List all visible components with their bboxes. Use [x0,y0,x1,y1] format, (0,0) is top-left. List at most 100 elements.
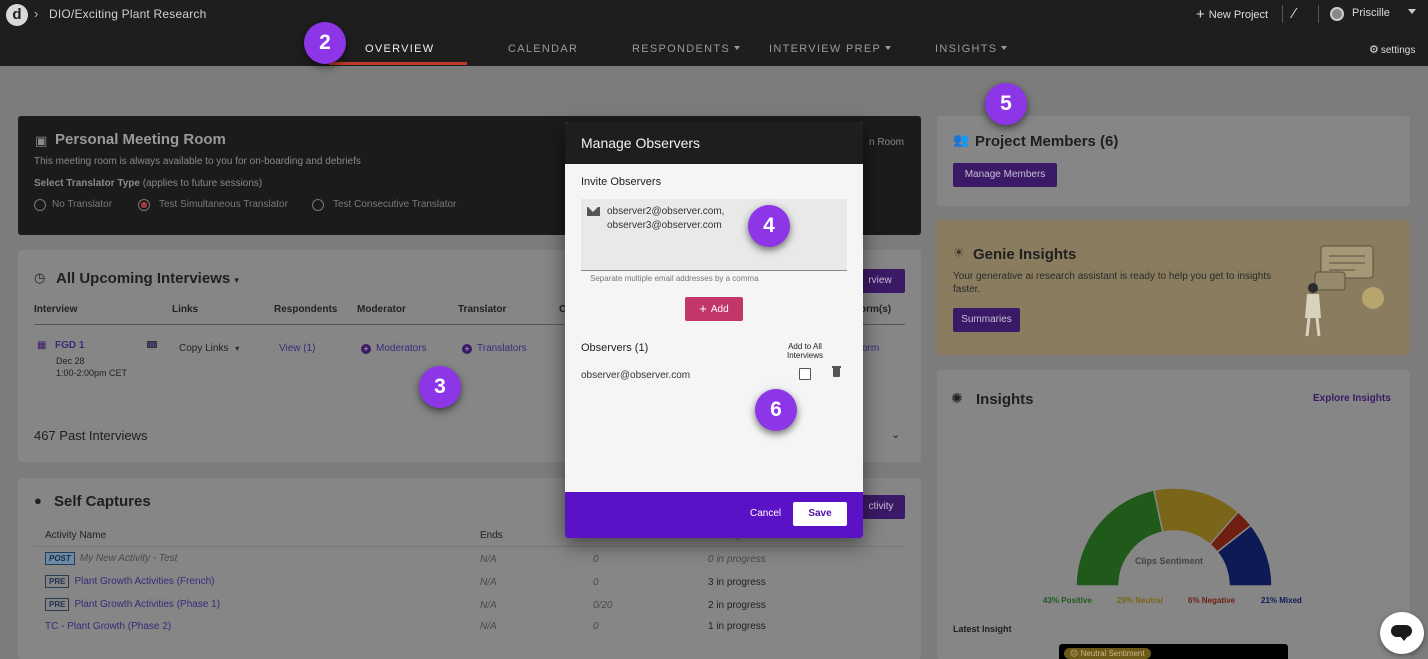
top-bar: d › DIO/Exciting Plant Research + New Pro… [0,0,1428,66]
divider [1318,5,1319,23]
column-header: Interview [34,304,78,315]
monitor-icon: ▣ [35,133,48,148]
app-logo[interactable]: d [6,4,28,26]
join-room-link[interactable]: n Room [869,137,904,148]
upcoming-interviews-title[interactable]: All Upcoming Interviews ▾ [56,270,239,287]
manage-members-button[interactable]: Manage Members [953,163,1057,187]
caret-down-icon [734,46,741,50]
copy-links-dropdown[interactable]: Copy Links ▾ [179,343,239,354]
plus-circle-icon: + [361,344,371,354]
flag-icon [147,341,157,348]
ends-cell: N/A [480,621,497,632]
avatar[interactable] [1330,7,1344,21]
step-badge-3: 3 [419,366,461,408]
tab-calendar[interactable]: CALENDAR [508,43,578,55]
add-observer-button[interactable]: + Add [685,297,743,321]
save-button[interactable]: Save [793,502,847,526]
chat-widget-button[interactable] [1380,612,1424,654]
progress-cell: 0 in progress [708,554,766,565]
chevron-right-icon: › [34,6,39,21]
invite-observers-label: Invite Observers [581,176,662,188]
magic-wand-icon[interactable]: ⁄ [1293,5,1296,22]
column-header: Links [172,304,199,315]
chat-icon: ● [34,493,42,508]
project-members-title: Project Members (6) [975,133,1119,150]
tab-insights[interactable]: INSIGHTS [935,43,1008,55]
modal-title: Manage Observers [565,122,863,164]
project-members-card: 👥 Project Members (6) Manage Members [937,116,1410,206]
table-row[interactable]: PRE Plant Growth Activities (French) [45,575,215,588]
form-link[interactable]: orm [862,343,879,354]
breadcrumb[interactable]: DIO/Exciting Plant Research [49,7,206,21]
column-header: Respondents [274,304,338,315]
cancel-button[interactable]: Cancel [750,508,781,519]
envelope-icon [587,207,600,216]
trash-icon[interactable] [832,366,841,377]
step-badge-2: 2 [304,22,346,64]
new-project-button[interactable]: + New Project [1196,6,1268,23]
genie-illustration [1305,245,1384,337]
explore-insights-link[interactable]: Explore Insights [1313,393,1391,404]
view-respondents-link[interactable]: View (1) [279,343,316,354]
legend-negative: 6% Negative [1188,596,1236,605]
insights-title: Insights [976,391,1034,408]
chevron-down-icon[interactable]: ⌄ [891,428,900,441]
ends-cell: N/A [480,600,497,611]
radio-simultaneous-translator[interactable] [138,199,150,211]
tab-respondents[interactable]: RESPONDENTS [632,43,741,55]
summaries-button[interactable]: Summaries [953,308,1020,332]
sentiment-gauge [1075,487,1273,587]
email-hint: Separate multiple email addresses by a c… [590,274,759,283]
radio-label: No Translator [52,199,113,210]
add-moderators-button[interactable]: + Moderators [361,343,427,354]
progress-cell: 3 in progress [708,577,766,588]
add-to-all-interviews-header: Add to All Interviews [786,342,823,360]
column-header: Activity Name [45,530,107,541]
status-badge: ☹ Neutral Sentiment [1064,648,1151,659]
done-cell: 0 [593,554,599,565]
done-cell: 0/20 [593,600,613,611]
manage-observers-modal: Manage Observers Invite Observers observ… [565,122,863,538]
lightbulb-icon: ✺ [951,390,963,406]
table-row[interactable]: TC - Plant Growth (Phase 2) [45,621,171,632]
observer-email: observer@observer.com [581,370,691,381]
add-to-all-checkbox[interactable] [799,368,811,380]
settings-button[interactable]: ⚙ settings [1369,43,1415,56]
column-header: Translator [458,304,507,315]
progress-cell: 1 in progress [708,621,766,632]
legend-mixed: 21% Mixed [1261,596,1302,605]
status-badge: PRE [45,598,70,611]
new-activity-button[interactable]: ctivity [857,495,905,519]
genie-insights-card: ☀ Genie Insights Your generative ai rese… [937,220,1410,355]
column-header: Ends [480,530,503,541]
caret-down-icon: ▾ [234,275,239,285]
tab-overview[interactable]: OVERVIEW [365,43,435,55]
gear-icon: ⚙ [1369,44,1379,56]
interview-name-link[interactable]: FGD 1 [55,340,84,351]
caret-down-icon [885,46,892,50]
chevron-down-icon[interactable] [1408,9,1416,14]
active-tab-indicator [329,62,467,65]
add-translators-button[interactable]: + Translators [462,343,527,354]
done-cell: 0 [593,577,599,588]
latest-insight-label: Latest Insight [953,624,1012,634]
radio-label: Test Consecutive Translator [333,199,457,210]
genie-insights-text: Your generative ai research assistant is… [953,271,1272,295]
table-row[interactable]: POST My New Activity - Test [45,552,177,565]
invite-emails-input[interactable]: observer2@observer.com, observer3@observ… [581,199,847,271]
observers-count-title: Observers (1) [581,342,649,354]
tab-interview-prep[interactable]: INTERVIEW PREP [769,43,892,55]
latest-insight-video[interactable]: ☹ Neutral Sentiment [1059,644,1288,659]
user-name[interactable]: Priscille [1352,7,1390,19]
plus-icon: + [1196,6,1205,23]
divider [34,546,905,547]
table-row[interactable]: PRE Plant Growth Activities (Phase 1) [45,598,220,611]
past-interviews-toggle[interactable]: 467 Past Interviews [34,428,147,443]
radio-no-translator[interactable] [34,199,46,211]
meeting-room-title: Personal Meeting Room [55,131,226,148]
step-badge-4: 4 [748,205,790,247]
status-badge: PRE [45,575,70,588]
ends-cell: N/A [480,577,497,588]
gauge-segment-0 [1075,489,1164,587]
radio-consecutive-translator[interactable] [312,199,324,211]
